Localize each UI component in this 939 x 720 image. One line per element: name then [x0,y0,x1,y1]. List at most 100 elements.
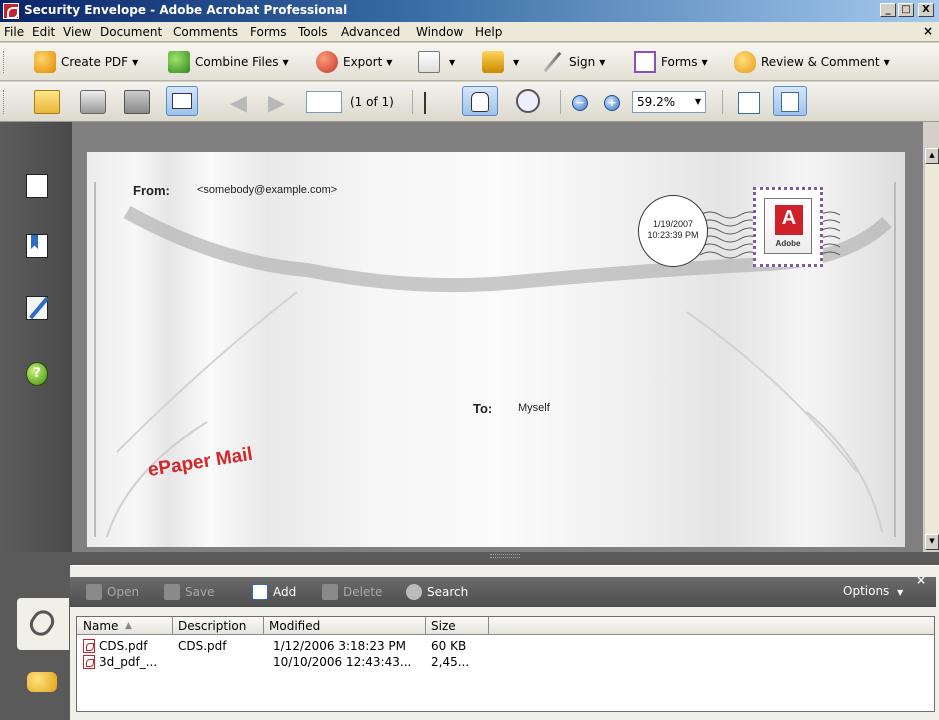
file-size: 2,45... [431,655,470,669]
menu-help[interactable]: Help [475,25,502,39]
pdf-file-icon [83,639,95,653]
menu-window[interactable]: Window [416,25,463,39]
comments-tab[interactable] [17,658,69,710]
toolbar-grip[interactable] [3,51,6,73]
pdf-file-icon [83,655,95,669]
menu-advanced[interactable]: Advanced [341,25,400,39]
toolbar-separator [722,90,723,114]
save-icon [164,584,180,600]
help-icon[interactable]: ? [26,362,48,386]
export-button[interactable]: Export ▼ [316,48,392,76]
open-attachment-button[interactable]: Open [86,584,139,600]
bookmarks-icon[interactable] [26,234,48,258]
column-description[interactable]: Description [178,619,246,633]
postmark-date: 1/19/2007 [652,219,694,229]
splitter-grip[interactable] [490,554,520,558]
vertical-scrollbar[interactable]: ▲ ▼ [924,148,939,550]
stamp-inner: Adobe [764,198,812,254]
menu-tools[interactable]: Tools [298,25,328,39]
select-text-icon[interactable] [424,92,446,114]
add-attachment-button[interactable]: Add [252,584,296,600]
pen-icon [542,51,564,73]
sign-label: Sign [569,55,596,69]
window-title: Security Envelope - Adobe Acrobat Profes… [24,3,348,17]
page-count: (1 of 1) [350,95,394,109]
save-label: Save [185,585,215,599]
open-folder-icon[interactable] [34,90,60,114]
column-size[interactable]: Size [431,619,456,633]
sign-button[interactable]: Sign ▼ [542,48,605,76]
page-number-input[interactable] [306,91,342,113]
review-comment-dropdown-icon: ▼ [883,57,890,67]
file-modified: 10/10/2006 12:43:43... [273,655,412,669]
fit-page-button[interactable] [773,86,807,116]
scroll-down-icon[interactable]: ▼ [925,534,939,550]
open-label: Open [107,585,140,599]
email-button[interactable] [166,86,198,116]
review-comment-button[interactable]: Review & Comment ▼ [734,48,890,76]
file-size: 60 KB [431,639,467,653]
pages-icon[interactable] [26,174,48,198]
column-divider[interactable] [425,617,426,635]
adobe-logo-icon [775,205,803,235]
close-document-button[interactable]: × [923,24,933,38]
signatures-icon[interactable] [26,296,48,320]
options-label: Options [843,584,890,598]
toolbar-separator [412,90,413,114]
options-menu-button[interactable]: Options ▼ [843,584,903,598]
toolbar-grip[interactable] [3,90,6,114]
forms-button[interactable]: Forms ▼ [634,48,708,76]
previous-page-icon[interactable]: ◀ [230,92,247,116]
table-header: Name ▲ Description Modified Size [77,617,934,635]
menu-view[interactable]: View [63,25,91,39]
scroll-up-icon[interactable]: ▲ [925,148,939,164]
search-label: Search [427,585,469,599]
combine-files-label: Combine Files [195,55,279,69]
acrobat-app-icon[interactable] [3,3,19,19]
to-value: Myself [518,402,550,414]
next-page-icon[interactable]: ▶ [268,92,285,116]
zoom-tool-icon[interactable] [516,89,540,113]
stamp-text: Adobe [775,239,801,248]
search-attachments-button[interactable]: Search [406,584,468,600]
zoom-in-button[interactable]: + [604,95,620,111]
fit-width-icon[interactable] [738,92,760,114]
secure-document-button[interactable]: ▼ [418,48,455,76]
review-comment-label: Review & Comment [761,55,880,69]
combine-files-icon [168,51,190,73]
postmark: 1/19/2007 10:23:39 PM [638,195,708,267]
close-window-button[interactable]: X [918,3,934,17]
menu-forms[interactable]: Forms [250,25,286,39]
combine-files-dropdown-icon: ▼ [282,57,289,67]
minimize-button[interactable]: _ [880,3,896,17]
hand-tool-button[interactable] [462,86,498,116]
menu-comments[interactable]: Comments [173,25,238,39]
to-label: To: [473,401,493,416]
column-divider[interactable] [172,617,173,635]
menu-file[interactable]: File [4,25,24,39]
search-icon [406,584,422,600]
save-icon[interactable] [124,90,150,114]
navigation-pane: ? [0,122,72,552]
save-attachment-button[interactable]: Save [164,584,214,600]
maximize-button[interactable]: □ [898,3,914,17]
attachments-tab[interactable] [17,598,69,650]
print-icon[interactable] [80,90,106,114]
column-divider[interactable] [263,617,264,635]
close-attachments-button[interactable]: × [916,573,926,587]
column-modified[interactable]: Modified [269,619,320,633]
zoom-level-select[interactable]: 59.2% ▼ [632,91,706,113]
column-divider[interactable] [488,617,489,635]
security-button[interactable]: ▼ [482,48,519,76]
trash-icon [322,584,338,600]
menu-edit[interactable]: Edit [32,25,55,39]
postage-stamp: Adobe [753,187,823,267]
create-pdf-dropdown-icon: ▼ [132,57,139,67]
create-pdf-button[interactable]: Create PDF ▼ [34,48,138,76]
menu-document[interactable]: Document [100,25,162,39]
delete-attachment-button[interactable]: Delete [322,584,382,600]
combine-files-button[interactable]: Combine Files ▼ [168,48,289,76]
column-name[interactable]: Name [83,619,118,633]
create-pdf-label: Create PDF [61,55,129,69]
zoom-out-button[interactable]: − [572,95,588,111]
